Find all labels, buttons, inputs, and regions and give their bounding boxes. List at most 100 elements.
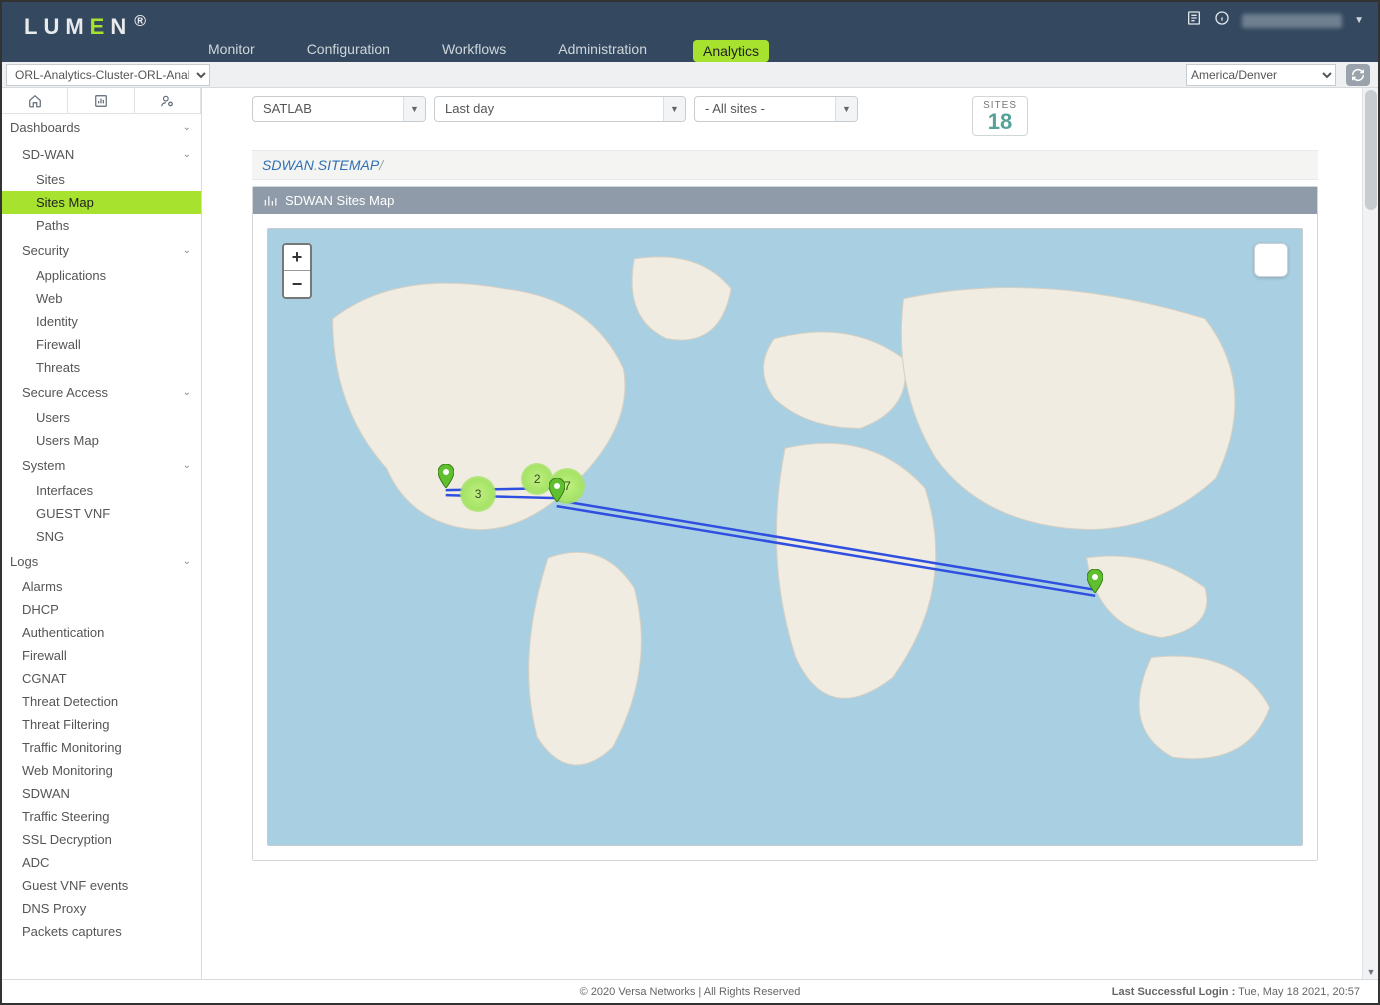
chevron-down-icon: ⌄ <box>183 556 191 567</box>
site-filter-select[interactable]: - All sites - ▼ <box>694 96 858 122</box>
sidebar-item-interfaces[interactable]: Interfaces <box>2 479 201 502</box>
filter-bar: SATLAB ▼ Last day ▼ - All sites - ▼ SITE… <box>202 88 1358 140</box>
sidebar-item-sng[interactable]: SNG <box>2 525 201 548</box>
sidebar-item-threat-detection[interactable]: Threat Detection <box>2 690 201 713</box>
breadcrumb-bar: SDWAN.SITEMAP/ <box>252 150 1318 180</box>
sidebar-item-guest-vnf[interactable]: GUEST VNF <box>2 502 201 525</box>
context-bar: ORL-Analytics-Cluster-ORL-AnalyticsDa Am… <box>2 62 1378 88</box>
sidebar-secure-access[interactable]: Secure Access ⌄ <box>2 379 201 406</box>
logo-text-suffix: N <box>110 14 132 39</box>
sidebar-tab-user[interactable] <box>135 88 201 113</box>
map-pin-icon[interactable] <box>549 478 565 502</box>
sidebar-item-authentication[interactable]: Authentication <box>2 621 201 644</box>
sidebar-item-applications[interactable]: Applications <box>2 264 201 287</box>
report-icon[interactable] <box>1186 10 1202 31</box>
sidebar-sdwan[interactable]: SD-WAN ⌄ <box>2 141 201 168</box>
map-pin-icon[interactable] <box>1087 569 1103 593</box>
sidebar-item-log-firewall[interactable]: Firewall <box>2 644 201 667</box>
sidebar-item-sites[interactable]: Sites <box>2 168 201 191</box>
nav-analytics[interactable]: Analytics <box>693 40 769 62</box>
main-scrollbar[interactable]: ▲ ▼ <box>1362 88 1378 979</box>
sidebar-item-threat-filtering[interactable]: Threat Filtering <box>2 713 201 736</box>
sidebar-logs[interactable]: Logs ⌄ <box>2 548 201 575</box>
sidebar-item-web[interactable]: Web <box>2 287 201 310</box>
zoom-in-button[interactable]: + <box>284 245 310 271</box>
sidebar-item-label: Dashboards <box>10 120 80 135</box>
sidebar-item-guest-vnf-events[interactable]: Guest VNF events <box>2 874 201 897</box>
sidebar-item-users[interactable]: Users <box>2 406 201 429</box>
timezone-select[interactable]: America/Denver <box>1186 64 1336 86</box>
sidebar-item-dns-proxy[interactable]: DNS Proxy <box>2 897 201 920</box>
sidebar-item-sites-map[interactable]: Sites Map <box>2 191 201 214</box>
sidebar-item-ssl-decryption[interactable]: SSL Decryption <box>2 828 201 851</box>
last-login-time: Tue, May 18 2021, 20:57 <box>1238 986 1360 998</box>
nav-administration[interactable]: Administration <box>552 36 653 62</box>
sidebar-item-traffic-monitoring[interactable]: Traffic Monitoring <box>2 736 201 759</box>
scroll-down-arrow[interactable]: ▼ <box>1363 965 1378 979</box>
sidebar-tab-home[interactable] <box>2 88 68 113</box>
sites-map-panel: SDWAN Sites Map <box>252 186 1318 861</box>
sidebar-item-threats[interactable]: Threats <box>2 356 201 379</box>
scroll-thumb[interactable] <box>1365 90 1377 210</box>
world-map[interactable]: + − 327 <box>267 228 1303 846</box>
sidebar-system[interactable]: System ⌄ <box>2 452 201 479</box>
sidebar-item-cgnat[interactable]: CGNAT <box>2 667 201 690</box>
caret-down-icon[interactable]: ▼ <box>403 97 425 121</box>
zoom-out-button[interactable]: − <box>284 271 310 297</box>
sidebar-security[interactable]: Security ⌄ <box>2 237 201 264</box>
map-svg <box>268 229 1302 845</box>
logo-trademark: ® <box>134 13 152 30</box>
map-layers-button[interactable] <box>1254 243 1288 277</box>
sidebar-item-web-monitoring[interactable]: Web Monitoring <box>2 759 201 782</box>
sidebar: Dashboards ⌄ SD-WAN ⌄ Sites Sites Map Pa… <box>2 88 202 979</box>
sidebar-item-identity[interactable]: Identity <box>2 310 201 333</box>
logo-text-accent: E <box>90 14 111 39</box>
footer-copyright: © 2020 Versa Networks | All Rights Reser… <box>580 986 801 998</box>
caret-down-icon[interactable]: ▼ <box>835 97 857 121</box>
panel-title: SDWAN Sites Map <box>285 193 394 208</box>
map-pin-icon[interactable] <box>438 464 454 488</box>
cluster-select[interactable]: ORL-Analytics-Cluster-ORL-AnalyticsDa <box>6 64 210 86</box>
sidebar-item-users-map[interactable]: Users Map <box>2 429 201 452</box>
nav-monitor[interactable]: Monitor <box>202 36 261 62</box>
sidebar-item-paths[interactable]: Paths <box>2 214 201 237</box>
home-icon <box>28 94 42 108</box>
chevron-down-icon: ⌄ <box>183 460 191 471</box>
sidebar-item-log-sdwan[interactable]: SDWAN <box>2 782 201 805</box>
panel-header: SDWAN Sites Map <box>253 187 1317 214</box>
sidebar-item-label: System <box>22 458 65 473</box>
caret-down-icon[interactable]: ▼ <box>663 97 685 121</box>
bar-chart-icon <box>94 94 108 108</box>
tenant-select-value: SATLAB <box>253 97 403 121</box>
map-cluster[interactable]: 3 <box>460 476 496 512</box>
info-icon[interactable] <box>1214 10 1230 31</box>
user-settings-icon <box>160 94 174 108</box>
time-range-value: Last day <box>435 97 663 121</box>
sidebar-tabs <box>2 88 201 114</box>
sidebar-item-adc[interactable]: ADC <box>2 851 201 874</box>
main-content: SATLAB ▼ Last day ▼ - All sites - ▼ SITE… <box>202 88 1378 979</box>
header-right: ▼ <box>1186 10 1364 31</box>
breadcrumb: SDWAN.SITEMAP/ <box>262 157 383 173</box>
user-menu-chevron[interactable]: ▼ <box>1354 15 1364 26</box>
chevron-down-icon: ⌄ <box>183 149 191 160</box>
sidebar-item-packets-captures[interactable]: Packets captures <box>2 920 201 943</box>
sidebar-item-alarms[interactable]: Alarms <box>2 575 201 598</box>
sidebar-item-firewall[interactable]: Firewall <box>2 333 201 356</box>
main-nav: Monitor Configuration Workflows Administ… <box>202 32 769 62</box>
tenant-select[interactable]: SATLAB ▼ <box>252 96 426 122</box>
sidebar-item-traffic-steering[interactable]: Traffic Steering <box>2 805 201 828</box>
sidebar-dashboards[interactable]: Dashboards ⌄ <box>2 114 201 141</box>
sidebar-item-label: SD-WAN <box>22 147 74 162</box>
sidebar-item-label: Secure Access <box>22 385 108 400</box>
nav-configuration[interactable]: Configuration <box>301 36 396 62</box>
breadcrumb-root[interactable]: SDWAN <box>262 157 314 173</box>
footer: © 2020 Versa Networks | All Rights Reser… <box>2 979 1378 1003</box>
sidebar-item-dhcp[interactable]: DHCP <box>2 598 201 621</box>
breadcrumb-leaf[interactable]: SITEMAP <box>318 157 379 173</box>
sidebar-tab-chart[interactable] <box>68 88 134 113</box>
time-range-select[interactable]: Last day ▼ <box>434 96 686 122</box>
nav-workflows[interactable]: Workflows <box>436 36 512 62</box>
chevron-down-icon: ⌄ <box>183 387 191 398</box>
refresh-button[interactable] <box>1346 64 1370 86</box>
